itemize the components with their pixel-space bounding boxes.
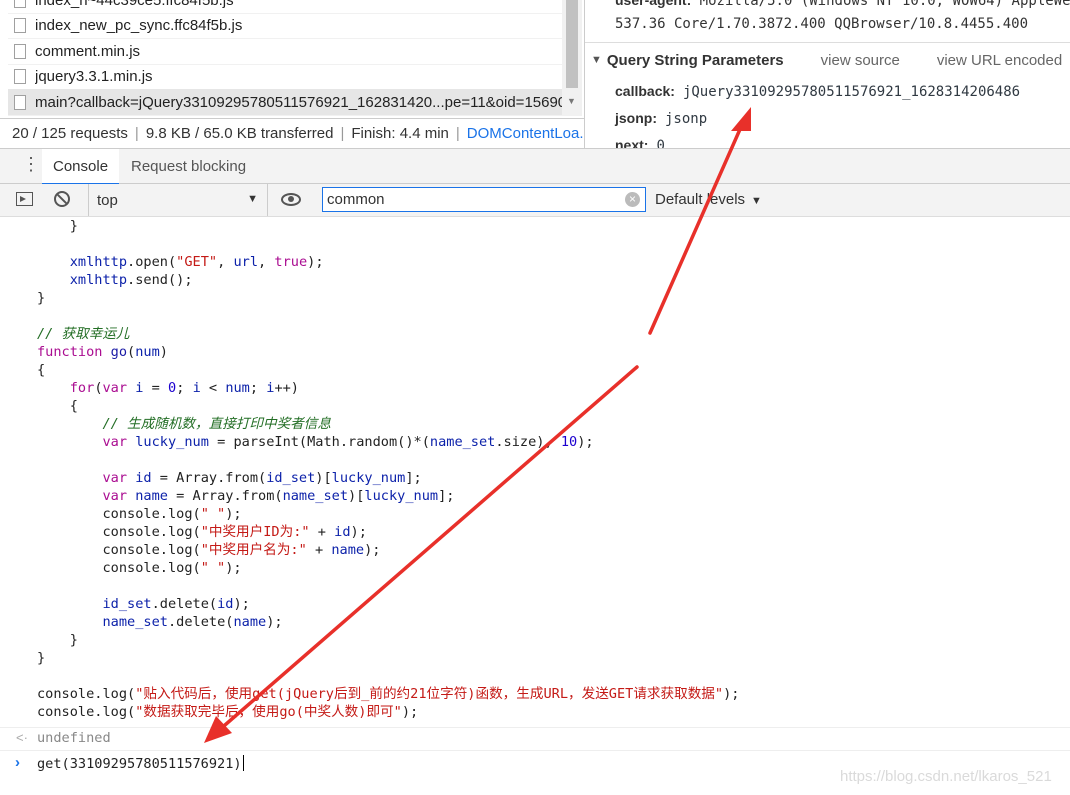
console-code-echo: } xmlhttp.open("GET", url, true); xmlhtt… bbox=[37, 218, 740, 720]
drawer-tab-bar: ⋮ Console Request blocking bbox=[0, 148, 1070, 185]
header-key: user-agent: bbox=[615, 0, 692, 8]
clear-filter-icon[interactable]: × bbox=[625, 192, 640, 207]
request-count: 20 / 125 requests bbox=[12, 124, 128, 142]
console-input-text: get(33109295780511576921) bbox=[37, 756, 242, 772]
console-result-row: <· undefined bbox=[0, 727, 1070, 748]
filter-box: × bbox=[322, 187, 646, 212]
separator: | bbox=[134, 124, 139, 142]
request-name: main?callback=jQuery33109295780511576921… bbox=[35, 93, 562, 111]
view-url-encoded-link[interactable]: view URL encoded bbox=[937, 52, 1062, 69]
domcontentloaded-time: DOMContentLoa... bbox=[466, 124, 584, 142]
file-icon bbox=[14, 43, 26, 59]
kebab-menu-icon[interactable]: ⋮ bbox=[22, 155, 40, 173]
file-icon bbox=[14, 68, 26, 84]
request-name: index_new_pc_sync.ffc84f5b.js bbox=[35, 16, 243, 34]
param-callback: callback: jQuery33109295780511576921_1628… bbox=[615, 83, 1020, 100]
levels-label: Default levels bbox=[655, 191, 746, 208]
result-arrow-icon: <· bbox=[16, 730, 28, 745]
tab-console[interactable]: Console bbox=[42, 149, 120, 185]
network-panel: index_n~44c39ce5.ffc84f5b.js index_new_pc… bbox=[0, 0, 1070, 148]
show-sidebar-icon[interactable] bbox=[16, 192, 33, 206]
console-toolbar: top ▼ × Default levels ▼ bbox=[0, 184, 1070, 217]
param-value: 0 bbox=[656, 138, 665, 148]
param-value: jsonp bbox=[665, 111, 708, 127]
expand-triangle-icon[interactable]: ▼ bbox=[591, 54, 602, 66]
clear-console-icon[interactable] bbox=[54, 191, 70, 207]
prompt-chevron-icon: › bbox=[15, 754, 20, 771]
context-selector[interactable]: top ▼ bbox=[88, 184, 268, 216]
finish-time: Finish: 4.4 min bbox=[351, 124, 449, 142]
file-icon bbox=[14, 17, 26, 33]
filter-input[interactable] bbox=[327, 189, 617, 210]
console-output[interactable]: } xmlhttp.open("GET", url, true); xmlhtt… bbox=[0, 217, 1070, 795]
user-agent-continuation: 537.36 Core/1.70.3872.400 QQBrowser/10.8… bbox=[615, 16, 1029, 32]
request-row[interactable]: index_new_pc_sync.ffc84f5b.js bbox=[8, 12, 562, 39]
headers-pane: user-agent: Mozilla/5.0 (Windows NT 10.0… bbox=[584, 0, 1070, 148]
user-agent-header: user-agent: Mozilla/5.0 (Windows NT 10.0… bbox=[615, 0, 1070, 9]
text-caret bbox=[242, 755, 244, 771]
live-expression-eye-icon[interactable] bbox=[281, 193, 301, 206]
file-icon bbox=[14, 0, 26, 8]
scroll-down-icon[interactable]: ▼ bbox=[567, 96, 576, 106]
network-status-bar: 20 / 125 requests | 9.8 KB / 65.0 KB tra… bbox=[0, 118, 584, 147]
param-key: jsonp: bbox=[615, 110, 657, 126]
result-value: undefined bbox=[37, 730, 111, 746]
param-key: next: bbox=[615, 137, 649, 148]
transferred-size: 9.8 KB / 65.0 KB transferred bbox=[145, 124, 334, 142]
console-input[interactable]: get(33109295780511576921) bbox=[37, 755, 244, 772]
dropdown-arrow-icon: ▼ bbox=[247, 193, 258, 205]
header-value: Mozilla/5.0 (Windows NT 10.0; WOW64) App… bbox=[699, 0, 1070, 9]
section-title: Query String Parameters bbox=[606, 51, 784, 69]
query-string-section-header[interactable]: ▼ Query String Parameters view source vi… bbox=[585, 42, 1070, 77]
scrollbar-thumb[interactable] bbox=[566, 0, 578, 88]
param-next: next: 0 bbox=[615, 137, 665, 148]
watermark: https://blog.csdn.net/lkaros_521 bbox=[840, 768, 1052, 785]
param-jsonp: jsonp: jsonp bbox=[615, 110, 707, 127]
separator: | bbox=[455, 124, 460, 142]
request-row[interactable]: main?callback=jQuery33109295780511576921… bbox=[8, 89, 562, 116]
request-row[interactable]: comment.min.js bbox=[8, 38, 562, 65]
log-levels-dropdown[interactable]: Default levels ▼ bbox=[655, 191, 762, 208]
tab-request-blocking[interactable]: Request blocking bbox=[131, 149, 246, 183]
view-source-link[interactable]: view source bbox=[821, 52, 900, 69]
param-key: callback: bbox=[615, 83, 675, 99]
request-row[interactable]: jquery3.3.1.min.js bbox=[8, 63, 562, 90]
param-value: jQuery33109295780511576921_1628314206486 bbox=[682, 84, 1021, 100]
separator: | bbox=[340, 124, 345, 142]
dropdown-arrow-icon: ▼ bbox=[751, 195, 762, 207]
request-name: comment.min.js bbox=[35, 42, 141, 60]
request-list-scrollbar[interactable]: ▼ bbox=[562, 0, 582, 116]
file-icon bbox=[14, 94, 26, 110]
request-list: index_n~44c39ce5.ffc84f5b.js index_new_pc… bbox=[8, 0, 562, 116]
request-name: jquery3.3.1.min.js bbox=[35, 67, 153, 85]
request-name: index_n~44c39ce5.ffc84f5b.js bbox=[35, 0, 234, 9]
context-value: top bbox=[97, 192, 118, 209]
